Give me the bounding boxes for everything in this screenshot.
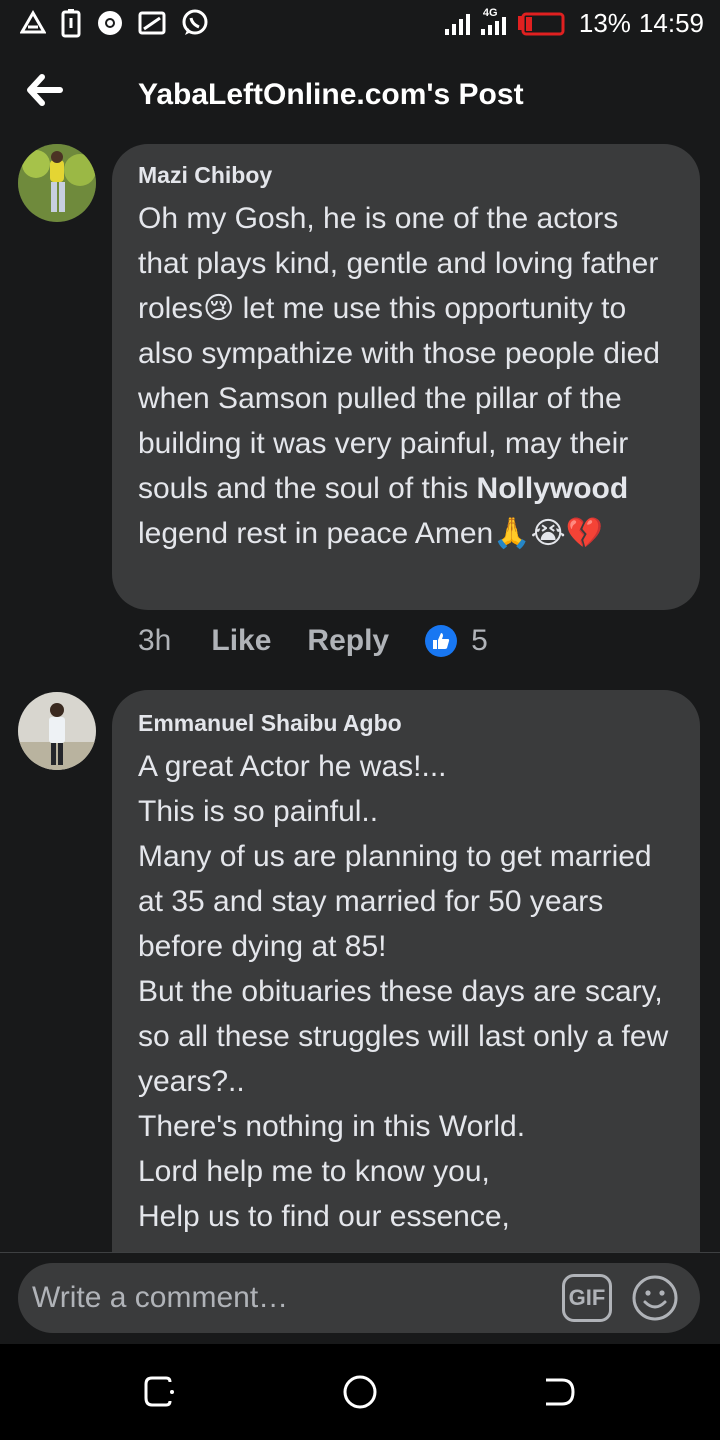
avatar[interactable] <box>18 144 96 222</box>
post-header: YabaLeftOnline.com's Post <box>0 50 720 140</box>
thumbs-up-icon <box>433 633 450 649</box>
battery-icon <box>517 12 565 35</box>
reaction-count[interactable]: 5 <box>471 624 488 658</box>
comment-timestamp[interactable]: 3h <box>138 624 171 658</box>
comment-list[interactable]: Mazi Chiboy Oh my Gosh, he is one of the… <box>0 140 720 1252</box>
comment-actions: 3h Like Reply 5 <box>138 624 488 658</box>
gif-button[interactable]: GIF <box>562 1274 612 1322</box>
back-button[interactable] <box>24 72 72 116</box>
reply-button[interactable]: Reply <box>307 624 389 658</box>
home-button[interactable] <box>342 1374 378 1410</box>
comment-author[interactable]: Emmanuel Shaibu Agbo <box>138 708 676 738</box>
comment-composer: GIF <box>0 1252 720 1344</box>
whatsapp-icon <box>182 9 208 35</box>
back-arrow-icon <box>27 74 63 106</box>
comment-text-part: Oh my Gosh, he is one of the actors that… <box>138 202 660 505</box>
smiley-icon <box>632 1275 678 1321</box>
network-indicator: 4G <box>479 7 509 39</box>
comment-text: A great Actor he was!... This is so pain… <box>138 750 669 1233</box>
system-navigation-bar <box>0 1344 720 1440</box>
comment-bubble[interactable]: Emmanuel Shaibu Agbo A great Actor he wa… <box>112 690 700 1252</box>
avatar-photo <box>18 144 96 222</box>
status-bar-notification-icons <box>20 8 210 38</box>
emoji-button[interactable] <box>630 1273 680 1323</box>
comment-bubble[interactable]: Mazi Chiboy Oh my Gosh, he is one of the… <box>112 144 700 610</box>
comment-text-bold: Nollywood <box>476 472 629 505</box>
signal-icon <box>444 13 470 35</box>
comment-input[interactable] <box>32 1273 552 1323</box>
avatar-photo <box>18 692 96 770</box>
status-bar-system-icons: 4G 13% 14:59 <box>443 7 704 39</box>
chrome-icon <box>98 11 122 35</box>
clock: 14:59 <box>638 8 704 38</box>
page-title: YabaLeftOnline.com's Post <box>138 78 524 111</box>
recent-apps-button[interactable] <box>142 1374 178 1410</box>
warning-triangle-icon <box>20 10 46 34</box>
back-icon <box>546 1378 575 1406</box>
like-button[interactable]: Like <box>211 624 271 658</box>
cast-icon <box>138 11 166 35</box>
signal-icon-2 <box>480 16 506 35</box>
comment-input-container[interactable]: GIF <box>18 1263 700 1333</box>
avatar[interactable] <box>18 692 96 770</box>
battery-saver-icon <box>61 9 81 38</box>
comment-item: Mazi Chiboy Oh my Gosh, he is one of the… <box>0 140 720 680</box>
back-nav-button[interactable] <box>542 1374 578 1410</box>
comment-item: Emmanuel Shaibu Agbo A great Actor he wa… <box>0 690 720 1252</box>
comment-text-part: legend rest in peace Amen🙏😭💔 <box>138 517 603 550</box>
comment-text: Oh my Gosh, he is one of the actors that… <box>138 196 676 556</box>
home-icon <box>343 1375 377 1409</box>
status-bar: 4G 13% 14:59 <box>0 0 720 50</box>
recent-apps-icon <box>144 1376 174 1407</box>
battery-percent: 13% <box>578 8 631 38</box>
comment-author[interactable]: Mazi Chiboy <box>138 160 676 190</box>
reaction-badge[interactable] <box>425 625 458 657</box>
